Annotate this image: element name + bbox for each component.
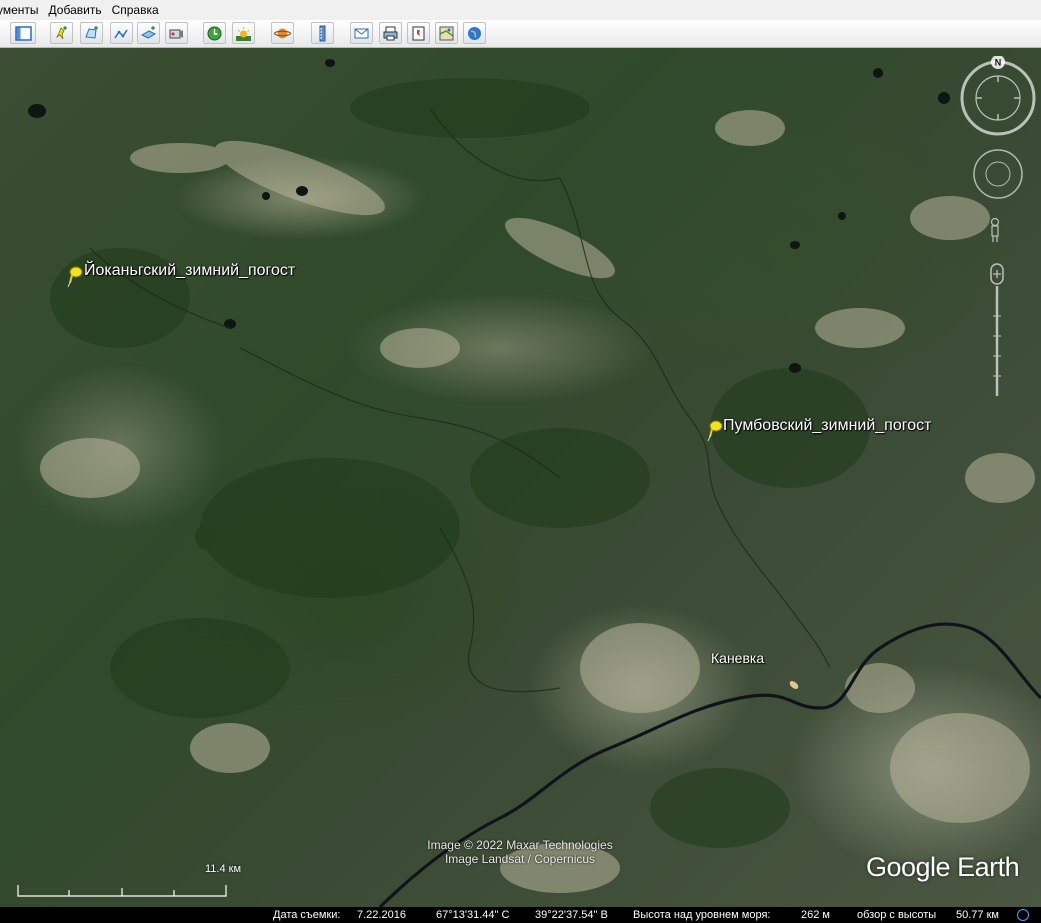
placemark-label[interactable]: Йоканьгский_зимний_погост [84,262,295,280]
historical-imagery-icon [207,26,222,40]
planets-button[interactable] [271,22,294,44]
view-in-maps-button[interactable] [435,22,458,44]
ruler-button[interactable] [311,22,334,44]
sunlight-icon [236,26,251,41]
save-image-icon [412,26,425,40]
view-in-maps-icon [439,26,454,40]
ruler-icon [319,25,326,41]
attribution-line: Image © 2022 Maxar Technologies [427,838,613,852]
menu-tools[interactable]: ументы [0,0,44,20]
add-path-button[interactable] [110,22,133,44]
imagery-attribution: Image © 2022 Maxar Technologies Image La… [370,838,670,866]
sidebar-toggle-icon [14,25,32,41]
logo-earth: Earth [957,852,1020,882]
add-placemark-button[interactable] [50,22,73,44]
placemark-label[interactable]: Пумбовский_зимний_погост [723,417,931,435]
menu-add[interactable]: Добавить [44,0,107,20]
town-label[interactable]: Каневка [711,650,764,666]
eye-altitude-label: обзор с высоты [857,909,937,921]
status-bar: Дата съемки: 7.22.2016 67°13'31.44" С 39… [0,907,1041,923]
svg-text:N: N [995,58,1002,68]
attribution-line: Image Landsat / Copernicus [444,852,596,866]
latitude: 67°13'31.44" С [436,909,510,921]
scale-bar [17,885,227,897]
look-joystick[interactable] [973,149,1023,199]
imagery-date: 7.22.2016 [357,909,406,921]
print-button[interactable] [379,22,402,44]
eye-altitude: 50.77 км [956,909,999,921]
imagery-date-label: Дата съемки: [273,909,341,921]
zoom-slider[interactable] [990,263,1004,396]
compass-ring[interactable] [960,60,1036,136]
sunlight-button[interactable] [232,22,255,44]
placemark-pin-icon[interactable] [66,266,84,288]
historical-imagery-button[interactable] [203,22,226,44]
placemark-pin-icon[interactable] [706,420,724,442]
logo-google: Google [866,852,951,882]
add-polygon-button[interactable] [80,22,103,44]
add-placemark-icon [55,25,67,39]
email-icon [354,28,369,38]
record-tour-icon [169,29,183,38]
add-image-overlay-icon [140,25,157,39]
planets-icon [274,28,291,38]
scale-label: 11.4 км [205,863,242,875]
sidebar-toggle-button[interactable] [10,22,36,44]
menu-bar: ументы Добавить Справка [0,0,1041,20]
menu-help[interactable]: Справка [107,0,164,20]
globe-icon [468,26,481,40]
record-tour-button[interactable] [165,22,188,44]
save-image-button[interactable] [407,22,430,44]
terrain-imagery [28,59,1041,907]
street-view-pegman-icon[interactable] [990,217,1000,243]
elevation: 262 м [801,909,830,921]
toolbar [0,20,1041,48]
streaming-status-icon [1017,909,1029,921]
elevation-label: Высота над уровнем моря: [633,909,771,921]
print-icon [383,26,398,40]
add-path-icon [114,29,128,38]
navigation-controls: N [960,56,1036,396]
add-polygon-icon [85,25,98,39]
google-earth-logo: Google Earth [866,852,1020,883]
longitude: 39°22'37.54" В [535,909,608,921]
map-viewport[interactable]: Йоканьгский_зимний_погост Пумбовский_зим… [0,48,1041,907]
add-image-overlay-button[interactable] [137,22,160,44]
compass-north-icon[interactable]: N [991,56,1005,69]
email-button[interactable] [350,22,373,44]
globe-button[interactable] [463,22,486,44]
